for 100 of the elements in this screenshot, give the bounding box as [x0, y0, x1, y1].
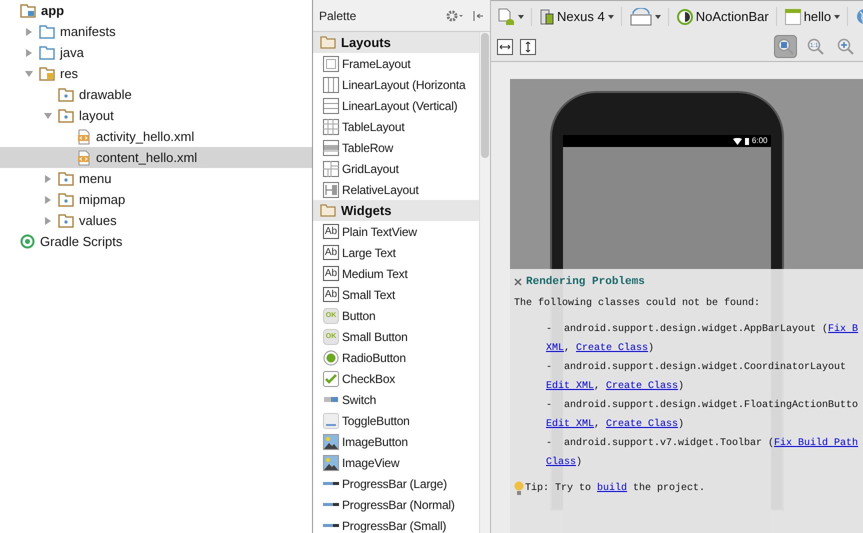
tree-item[interactable]: Gradle Scripts — [0, 231, 312, 252]
collapsed-arrow-icon[interactable] — [24, 26, 34, 36]
palette-item[interactable]: LinearLayout (Horizonta — [313, 74, 479, 95]
link[interactable]: Edit XML — [546, 418, 594, 430]
palette-item[interactable]: ImageButton — [313, 431, 479, 452]
collapsed-arrow-icon[interactable] — [24, 48, 34, 58]
problem-text: ) — [678, 418, 684, 430]
palette-item[interactable]: TableLayout — [313, 116, 479, 137]
link[interactable]: XML — [546, 342, 564, 354]
rotate-screen-icon — [630, 8, 652, 26]
palette-category[interactable]: Layouts — [313, 32, 479, 53]
link[interactable]: Fix Build Path — [774, 438, 858, 448]
folder-icon — [39, 46, 55, 60]
link[interactable]: Create Class — [576, 342, 648, 354]
link[interactable]: Edit XML — [546, 380, 594, 392]
zoom-to-fit-button[interactable] — [774, 35, 797, 58]
tree-item-label: activity_hello.xml — [96, 128, 194, 146]
category-title: Layouts — [341, 34, 391, 52]
toolbar-dropdown[interactable] — [497, 8, 532, 26]
expanded-arrow-icon[interactable] — [43, 110, 53, 120]
text-icon: Ab — [323, 224, 339, 239]
palette-item[interactable]: ProgressBar (Normal) — [313, 494, 479, 515]
checkbox-icon — [323, 370, 339, 386]
problem-text: - android.support.design.widget.AppBarLayout ( — [546, 324, 828, 334]
problems-title: Rendering Problems — [526, 275, 645, 290]
link[interactable]: build — [597, 483, 628, 494]
tree-item[interactable]: layout — [0, 105, 312, 126]
collapsed-arrow-icon[interactable] — [43, 174, 53, 184]
scrollbar[interactable] — [479, 32, 490, 533]
folder-icon — [58, 192, 74, 206]
collapsed-arrow-icon[interactable] — [43, 216, 53, 226]
expanded-arrow-icon[interactable] — [24, 68, 34, 78]
folder-icon — [58, 172, 74, 186]
problem-text: Tip: Try to — [525, 483, 592, 494]
palette-item[interactable]: Ab Plain TextView — [313, 221, 479, 242]
problem-text: - android.support.v7.widget.Toolbar ( — [546, 438, 774, 448]
tree-item[interactable]: manifests — [0, 21, 312, 42]
link[interactable]: Class — [546, 456, 576, 468]
tree-item[interactable]: app — [0, 0, 312, 21]
palette-item[interactable]: RadioButton — [313, 347, 479, 368]
palette-item[interactable]: TableRow — [313, 137, 479, 158]
tree-item-label: drawable — [79, 86, 132, 104]
link[interactable]: Create Class — [606, 380, 678, 392]
palette-item[interactable]: ProgressBar (Small) — [313, 515, 479, 533]
collapsed-arrow-icon[interactable] — [43, 194, 53, 204]
settings-icon[interactable] — [446, 10, 464, 22]
toolbar-dropdown[interactable]: NoActionBar — [676, 6, 777, 26]
folder-icon — [320, 204, 336, 217]
palette-item[interactable]: Ab Large Text — [313, 242, 479, 263]
tree-item[interactable]: values — [0, 210, 312, 231]
problem-text: - android.support.design.widget.FloatingActionButto — [546, 400, 858, 410]
problem-text: ) — [576, 456, 582, 468]
palette-item[interactable]: LinearLayout (Vertical) — [313, 95, 479, 116]
module-folder-icon — [20, 4, 36, 18]
radio-icon — [323, 350, 339, 366]
palette-item[interactable]: FrameLayout — [313, 53, 479, 74]
status-time: 6:00 — [752, 135, 768, 147]
palette-item[interactable]: CheckBox — [313, 368, 479, 389]
problem-text: , — [594, 418, 602, 430]
grid-icon — [323, 160, 339, 176]
tree-item[interactable]: res — [0, 63, 312, 84]
palette-item[interactable]: ToggleButton — [313, 410, 479, 431]
palette-item[interactable]: ImageView — [313, 452, 479, 473]
tree-item[interactable]: mipmap — [0, 189, 312, 210]
palette-item[interactable]: ProgressBar (Large) — [313, 473, 479, 494]
text-icon: Ab — [323, 266, 339, 281]
tree-item[interactable]: activity_hello.xml — [0, 126, 312, 147]
tree-item-label: layout — [79, 106, 114, 125]
problem-text: ) — [648, 342, 654, 354]
pin-icon[interactable] — [472, 10, 484, 22]
theme-circle-icon — [676, 8, 693, 24]
palette-item[interactable]: GridLayout — [313, 158, 479, 179]
progress-bar-icon — [323, 524, 339, 527]
fit-width-icon[interactable] — [497, 38, 513, 54]
palette-item[interactable]: Ab Medium Text — [313, 263, 479, 284]
folder-icon — [320, 36, 336, 49]
tree-item[interactable]: java — [0, 42, 312, 63]
switch-icon — [323, 397, 339, 402]
tree-item[interactable]: drawable — [0, 84, 312, 105]
tree-item[interactable]: menu — [0, 168, 312, 189]
folder-icon — [58, 88, 74, 102]
toolbar-dropdown[interactable]: Nexus 4 — [540, 6, 622, 26]
wifi-icon — [732, 138, 742, 144]
problem-text: - android.support.design.widget.CoordinatorLayout — [546, 362, 846, 372]
palette-item[interactable]: Switch — [313, 389, 479, 410]
palette-item[interactable]: RelativeLayout — [313, 179, 479, 200]
lightbulb-icon — [514, 480, 524, 496]
palette-category[interactable]: Widgets — [313, 200, 479, 221]
link[interactable]: Create Class — [606, 418, 678, 430]
close-icon[interactable] — [514, 278, 522, 286]
toolbar-dropdown[interactable]: hello — [784, 6, 848, 26]
folder-icon — [58, 214, 74, 228]
fit-height-icon[interactable] — [520, 38, 536, 54]
tree-item[interactable]: content_hello.xml — [0, 147, 312, 168]
toolbar-dropdown[interactable] — [630, 8, 669, 26]
rows-icon — [323, 98, 339, 114]
palette-item[interactable]: Ab Small Text — [313, 284, 479, 305]
image-icon — [323, 434, 339, 450]
dropdown-caret-icon — [518, 14, 524, 18]
link[interactable]: Fix B — [828, 324, 858, 334]
